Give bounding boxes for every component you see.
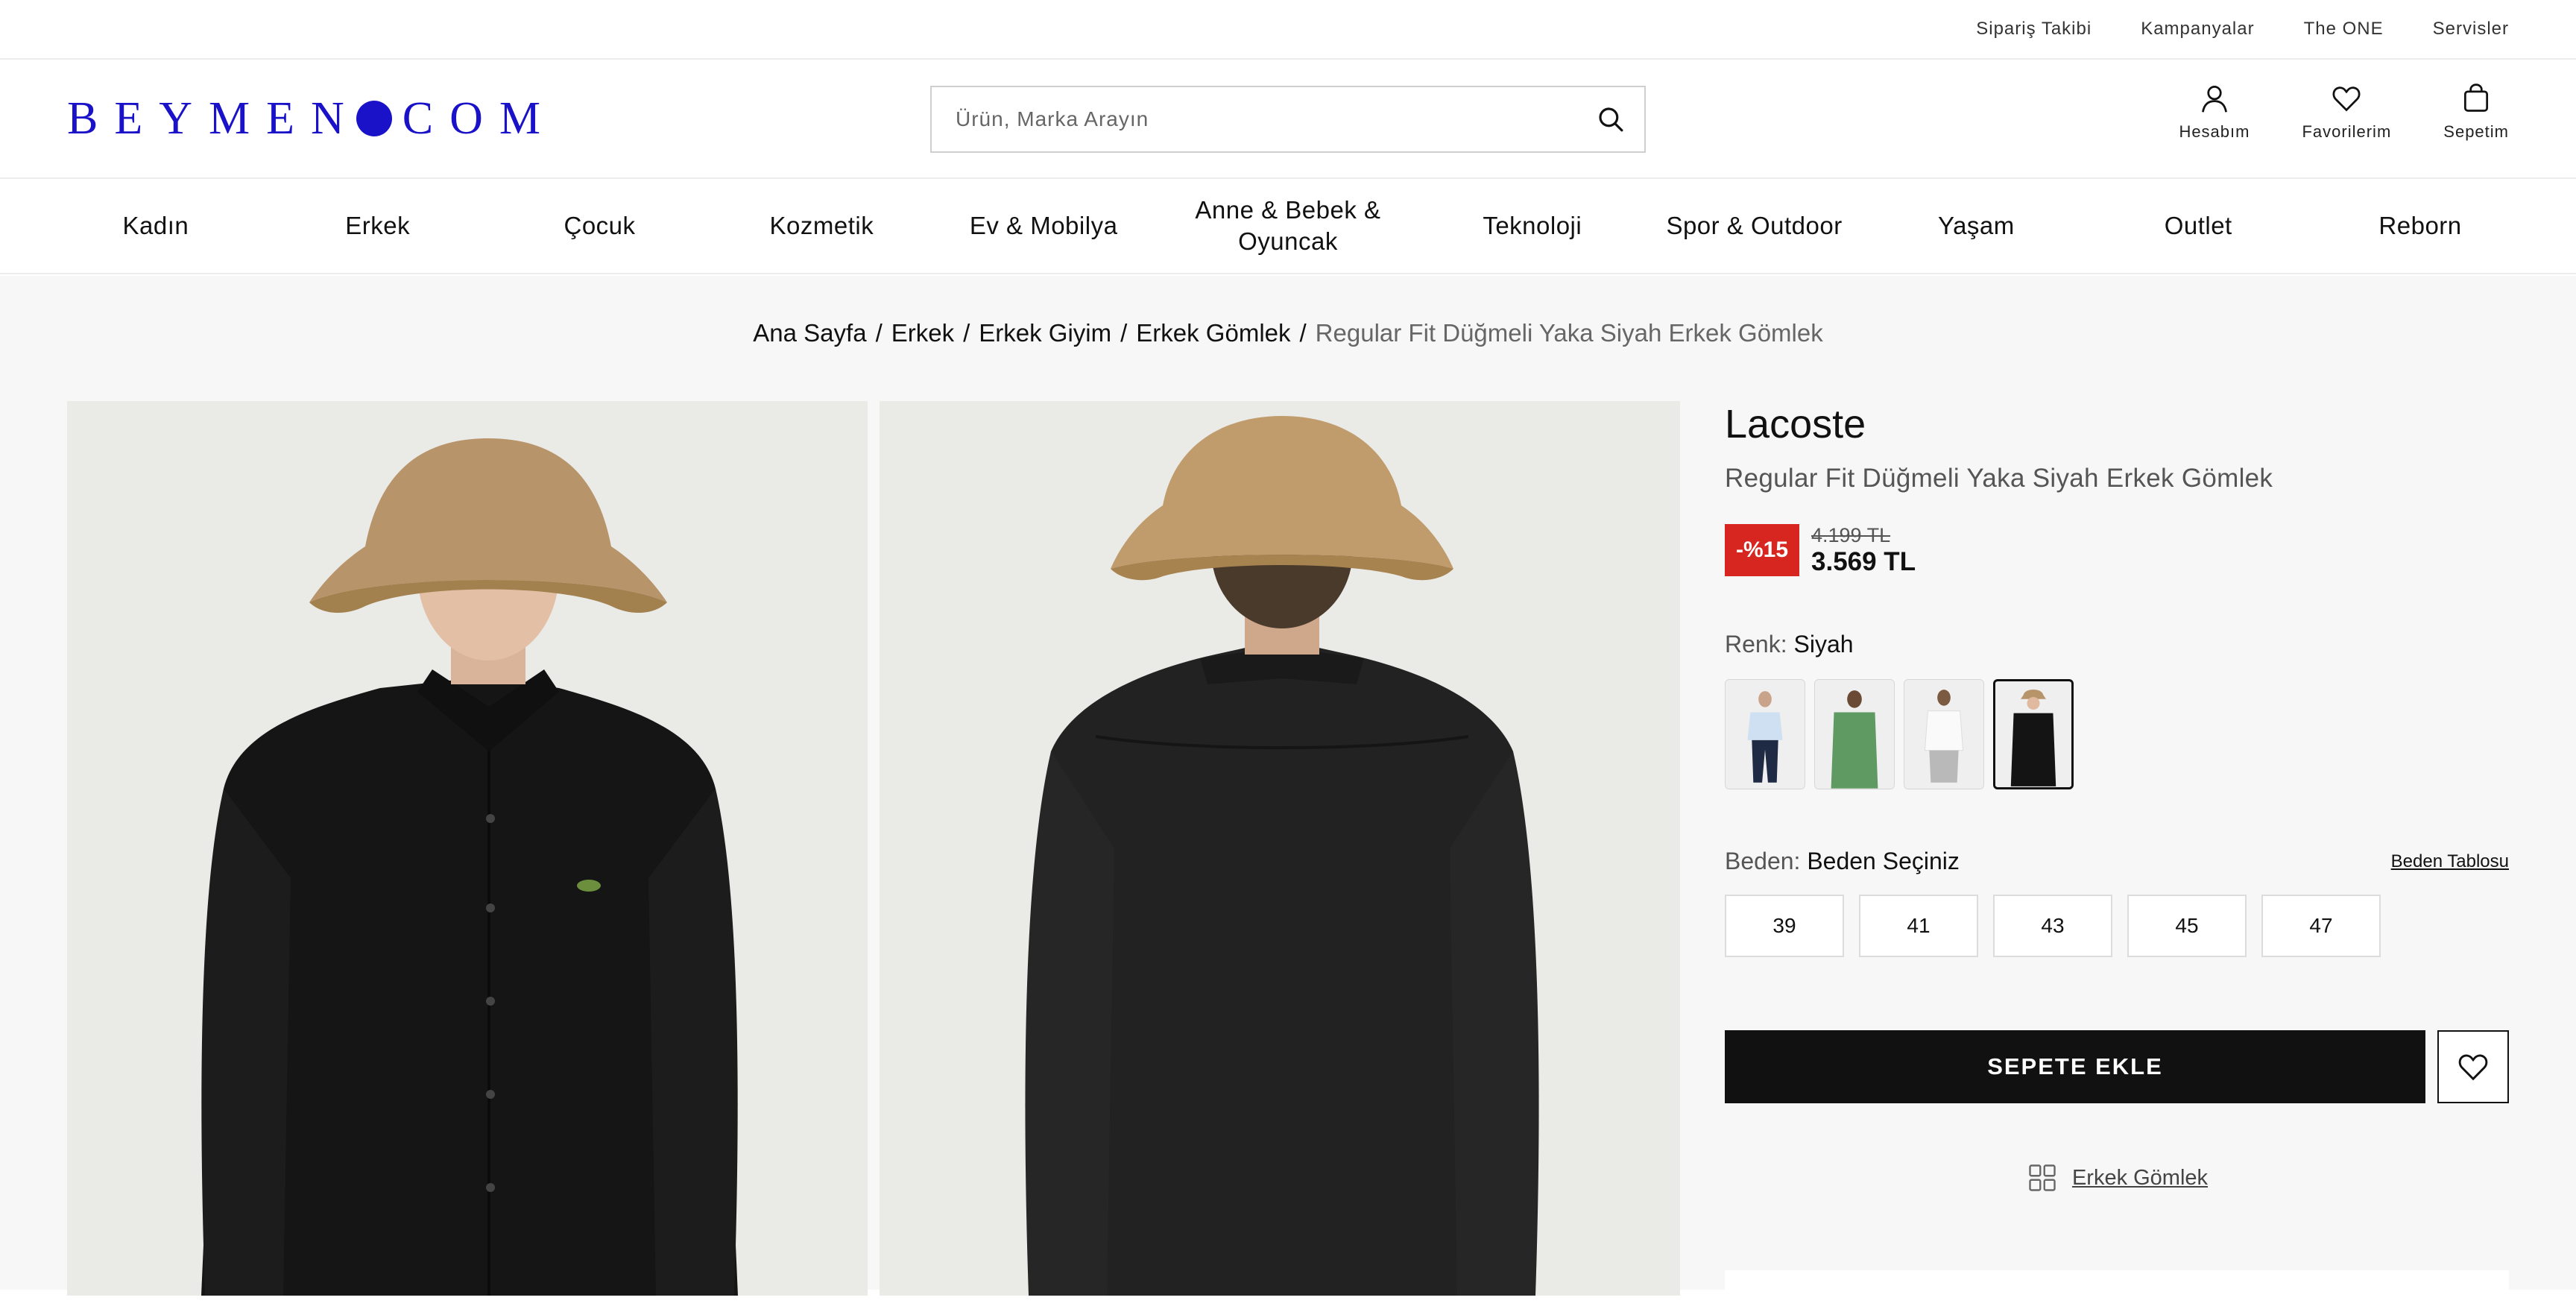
favorites-label: Favorilerim xyxy=(2302,122,2392,141)
main-nav: Kadın Erkek Çocuk Kozmetik Ev & Mobilya … xyxy=(0,179,2576,274)
heart-icon xyxy=(2458,1054,2488,1081)
breadcrumb-separator: / xyxy=(1120,319,1128,347)
nav-item-ev-mobilya[interactable]: Ev & Mobilya xyxy=(932,179,1155,273)
size-chart-link[interactable]: Beden Tablosu xyxy=(2391,851,2509,872)
nav-item-kozmetik[interactable]: Kozmetik xyxy=(710,179,932,273)
size-option-43[interactable]: 43 xyxy=(1993,895,2112,957)
shopping-bag-icon xyxy=(2464,83,2489,112)
info-card-edge xyxy=(1725,1270,2509,1315)
breadcrumb-home[interactable]: Ana Sayfa xyxy=(753,319,866,347)
account-label: Hesabım xyxy=(2179,122,2250,141)
logo-dot xyxy=(356,101,392,136)
breadcrumb-erkek-giyim[interactable]: Erkek Giyim xyxy=(979,319,1111,347)
size-label: Beden: Beden Seçiniz xyxy=(1725,848,1960,875)
beymen-logo[interactable]: BEYMEN COM xyxy=(67,89,557,148)
product-image-back[interactable] xyxy=(880,401,1680,1296)
size-option-47[interactable]: 47 xyxy=(2261,895,2381,957)
category-link-label[interactable]: Erkek Gömlek xyxy=(2072,1166,2208,1191)
swatch-thumbnail xyxy=(1995,682,2071,786)
swatch-thumbnail xyxy=(1726,680,1805,789)
search-box xyxy=(930,86,1646,153)
breadcrumb: Ana Sayfa / Erkek / Erkek Giyim / Erkek Gömlek… xyxy=(0,319,2576,347)
nav-item-yasam[interactable]: Yaşam xyxy=(1866,179,2088,273)
header-actions: Hesabım Favorilerim Sepetim xyxy=(2179,82,2509,142)
nav-item-erkek[interactable]: Erkek xyxy=(267,179,489,273)
nav-item-anne-bebek[interactable]: Anne & Bebek & Oyuncak xyxy=(1155,179,1421,273)
order-tracking-link[interactable]: Sipariş Takibi xyxy=(1976,19,2092,40)
nav-item-outlet[interactable]: Outlet xyxy=(2087,179,2309,273)
color-swatches xyxy=(1725,679,2509,789)
product-info: Lacoste Regular Fit Düğmeli Yaka Siyah E… xyxy=(1725,401,2509,1194)
the-one-link[interactable]: The ONE xyxy=(2304,19,2384,40)
prices: 4.199 TL 3.569 TL xyxy=(1811,523,1916,577)
old-price: 4.199 TL xyxy=(1811,524,1891,546)
heart-icon xyxy=(2332,86,2361,112)
services-link[interactable]: Servisler xyxy=(2433,19,2509,40)
model-front-illustration xyxy=(67,401,868,1296)
color-swatch-black[interactable] xyxy=(1993,679,2074,789)
nav-item-spor-outdoor[interactable]: Spor & Outdoor xyxy=(1644,179,1866,273)
product-brand[interactable]: Lacoste xyxy=(1725,401,2509,447)
product-image-front[interactable] xyxy=(67,401,868,1296)
nav-item-kadin[interactable]: Kadın xyxy=(45,179,267,273)
size-option-39[interactable]: 39 xyxy=(1725,895,1844,957)
breadcrumb-erkek[interactable]: Erkek xyxy=(891,319,954,347)
breadcrumb-current: Regular Fit Düğmeli Yaka Siyah Erkek Göm… xyxy=(1315,319,1823,347)
favorites-button[interactable]: Favorilerim xyxy=(2302,82,2391,142)
color-swatch-light-blue[interactable] xyxy=(1725,679,1805,789)
account-button[interactable]: Hesabım xyxy=(2179,82,2250,142)
color-swatch-green[interactable] xyxy=(1814,679,1895,789)
price-row: -%15 4.199 TL 3.569 TL xyxy=(1725,523,2509,577)
grid-icon xyxy=(2029,1164,2056,1191)
add-to-cart-button[interactable]: SEPETE EKLE xyxy=(1725,1030,2425,1103)
color-label-text: Renk: xyxy=(1725,631,1787,658)
size-option-41[interactable]: 41 xyxy=(1859,895,1978,957)
nav-item-reborn[interactable]: Reborn xyxy=(2309,179,2531,273)
size-value: Beden Seçiniz xyxy=(1807,848,1960,874)
site-header: BEYMEN COM Hesabım Favorilerim xyxy=(0,60,2576,179)
nav-item-cocuk[interactable]: Çocuk xyxy=(489,179,711,273)
utility-bar: Sipariş Takibi Kampanyalar The ONE Servi… xyxy=(0,0,2576,60)
color-value: Siyah xyxy=(1793,631,1854,658)
campaigns-link[interactable]: Kampanyalar xyxy=(2141,19,2254,40)
logo-text-left: BEYMEN xyxy=(67,92,361,144)
utility-links: Sipariş Takibi Kampanyalar The ONE Servi… xyxy=(1976,0,2509,58)
breadcrumb-erkek-gomlek[interactable]: Erkek Gömlek xyxy=(1136,319,1290,347)
nav-item-teknoloji[interactable]: Teknoloji xyxy=(1421,179,1644,273)
size-options: 39 41 43 45 47 xyxy=(1725,895,2509,957)
current-price: 3.569 TL xyxy=(1811,547,1916,576)
discount-badge: -%15 xyxy=(1725,524,1799,576)
color-swatch-white[interactable] xyxy=(1904,679,1984,789)
search-icon[interactable] xyxy=(1595,104,1626,135)
color-label: Renk: Siyah xyxy=(1725,631,2509,658)
model-back-illustration xyxy=(880,401,1680,1296)
swatch-thumbnail xyxy=(1815,680,1894,789)
breadcrumb-separator: / xyxy=(875,319,883,347)
logo-text-right: COM xyxy=(402,92,558,144)
cart-label: Sepetim xyxy=(2443,122,2509,141)
breadcrumb-separator: / xyxy=(963,319,970,347)
size-row: Beden: Beden Seçiniz Beden Tablosu xyxy=(1725,848,2509,875)
size-label-text: Beden: xyxy=(1725,848,1801,874)
category-link[interactable]: Erkek Gömlek xyxy=(1725,1161,2509,1194)
cart-button[interactable]: Sepetim xyxy=(2443,82,2509,142)
size-option-45[interactable]: 45 xyxy=(2127,895,2247,957)
cart-row: SEPETE EKLE xyxy=(1725,1030,2509,1103)
product-title: Regular Fit Düğmeli Yaka Siyah Erkek Göm… xyxy=(1725,464,2273,493)
search-input[interactable] xyxy=(932,87,1573,151)
user-icon xyxy=(2202,86,2227,113)
swatch-thumbnail xyxy=(1904,680,1983,789)
product-page: Ana Sayfa / Erkek / Erkek Giyim / Erkek Gömlek… xyxy=(0,276,2576,1315)
breadcrumb-separator: / xyxy=(1299,319,1307,347)
add-to-favorites-button[interactable] xyxy=(2437,1030,2509,1103)
